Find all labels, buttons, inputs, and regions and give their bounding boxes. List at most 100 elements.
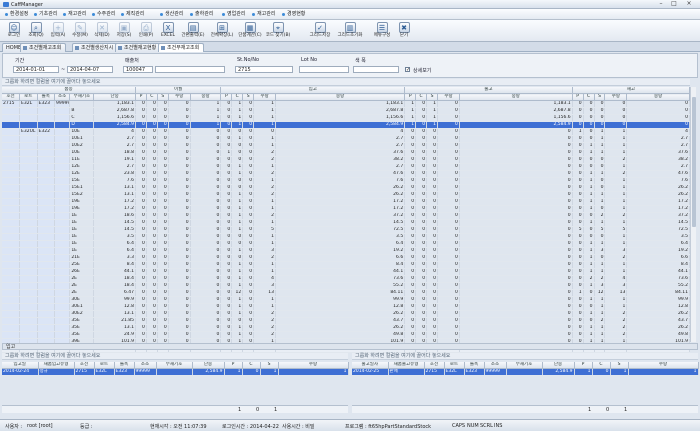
login-button[interactable]: ☺ 로그인 bbox=[4, 21, 24, 41]
column-header[interactable]: 중량 bbox=[275, 93, 406, 101]
table-row[interactable]: 30E 99.9 0 0 0 0 0 0 1 0 1 99.9 0 0 0 0 0 0 1 1 1 99.9 bbox=[2, 296, 690, 304]
close-icon[interactable]: × bbox=[683, 1, 695, 7]
menu-item[interactable]: 재고관리 bbox=[63, 11, 86, 18]
column-header[interactable]: 소조 bbox=[54, 93, 71, 101]
tab-stock-query[interactable]: 조건별재고조회 bbox=[20, 43, 67, 52]
insert-button[interactable]: + 입력(A) bbox=[48, 21, 68, 41]
column-header[interactable]: C bbox=[415, 93, 428, 101]
column-header[interactable]: 로트 bbox=[19, 93, 38, 101]
menu-item[interactable]: 출하관리 bbox=[190, 11, 213, 18]
grid-reset-button[interactable]: ▥ 그리드초기화 bbox=[338, 21, 362, 41]
column-header[interactable]: 단중 bbox=[93, 93, 136, 101]
column-header[interactable]: P bbox=[404, 93, 417, 101]
table-row[interactable]: 1E 14.5 0 0 0 0 0 0 1 0 1 14.5 0 0 0 0 0 0 1 1 1 14.5 bbox=[2, 219, 690, 227]
query-button[interactable]: ⌕ 조회(Q) bbox=[26, 21, 46, 41]
menu-item[interactable]: 재고관리 bbox=[252, 11, 275, 18]
column-header[interactable]: S bbox=[157, 93, 169, 101]
edit-button[interactable]: ✎ 수정(M) bbox=[70, 21, 90, 41]
table-row[interactable]: 21E 3.3 0 0 0 0 0 0 0 0 2 6.6 0 0 0 0 0 0 1 0 2 6.6 bbox=[2, 254, 690, 262]
table-row[interactable]: 15E2 13.1 0 0 0 0 0 0 1 0 2 26.2 0 0 0 0 0 0 1 1 1 26.2 bbox=[2, 191, 690, 199]
column-header[interactable]: 수량 bbox=[437, 93, 460, 101]
tab-stock-status[interactable]: 조건별재고현황 bbox=[115, 43, 162, 52]
table-row[interactable]: 12E 23.8 0 0 0 0 0 0 1 0 2 47.6 0 0 0 0 0 0 1 1 2 47.6 bbox=[2, 170, 690, 178]
menu-item[interactable]: 경영현황 bbox=[282, 11, 305, 18]
column-header[interactable]: 수량 bbox=[604, 93, 628, 101]
menu-item[interactable]: 생산관리 bbox=[160, 11, 183, 18]
column-header[interactable]: C bbox=[231, 93, 244, 101]
table-row[interactable]: 2014-02-25 판매 2715 E32L E323 99999 2,584.9 1 0 1 1 bbox=[352, 368, 699, 376]
save-button[interactable]: ▣ 저장(S) bbox=[114, 21, 134, 41]
menu-item[interactable]: 제직관리 bbox=[121, 11, 144, 18]
column-header[interactable]: 부재기호 bbox=[69, 93, 95, 101]
date-from-field[interactable]: 2014-01-01 bbox=[13, 66, 59, 73]
column-header[interactable]: 수량 bbox=[168, 93, 191, 101]
table-row[interactable]: 15E1 13.1 0 0 0 0 0 0 0 0 2 26.2 0 0 0 0 0 0 1 0 1 26.2 bbox=[2, 184, 690, 192]
table-row[interactable]: 12E 2.7 0 0 0 0 0 0 1 0 1 2.7 0 0 0 0 0 0 0 0 1 2.7 bbox=[2, 163, 690, 171]
close-window-button[interactable]: ✖ 닫기 bbox=[394, 21, 414, 41]
tab-conditional-stock[interactable]: 조건부재고조회 bbox=[158, 43, 205, 52]
style-field[interactable]: 2715 bbox=[235, 66, 293, 73]
table-row[interactable]: 26E 44.1 0 0 0 0 0 0 1 0 1 44.1 0 0 0 0 0 0 1 1 1 44.1 bbox=[2, 268, 690, 276]
table-row[interactable]: 2014-02-24 정규 2715 E32L E323 99999 2,584.9 1 0 1 1 bbox=[2, 368, 349, 376]
code-find-button[interactable]: ⌖ 코드 찾기(B) bbox=[266, 21, 290, 41]
table-row[interactable]: 30E1 12.8 0 0 0 0 0 0 1 0 1 12.8 0 0 0 0 0 0 0 1 1 12.8 bbox=[2, 303, 690, 311]
table-row[interactable]: C 1,156.6 0 0 0 0 1 0 1 0 1 1,156.6 1 0 1 0 1,156.6 0 0 0 0 0 bbox=[2, 114, 690, 122]
delete-button[interactable]: ✕ 삭제(D) bbox=[92, 21, 112, 41]
menu-config-button[interactable]: ☰ 메뉴구성 bbox=[372, 21, 392, 41]
minimize-icon[interactable]: – bbox=[655, 1, 667, 7]
date-to-field[interactable]: 2014-04-07 bbox=[67, 66, 113, 73]
grid-save-button[interactable]: ✓ 그리드저장 bbox=[310, 21, 330, 41]
tab-production-order[interactable]: 조건별생산지시 bbox=[72, 43, 119, 52]
column-header[interactable]: C bbox=[583, 93, 595, 101]
unit-calc-button[interactable]: ▦ 단품계산(C) bbox=[238, 21, 262, 41]
maximize-icon[interactable]: □ bbox=[668, 1, 680, 7]
column-header[interactable]: 중량 bbox=[190, 93, 222, 101]
column-header[interactable]: 호선 bbox=[2, 93, 20, 101]
column-header[interactable]: P bbox=[135, 93, 147, 101]
column-header[interactable]: 중량 bbox=[626, 93, 690, 101]
detail-checkbox[interactable]: ✓ bbox=[405, 67, 410, 73]
table-row[interactable]: 10E2 2.7 0 0 0 0 0 0 0 0 1 2.7 0 0 0 0 0 0 1 1 1 2.7 bbox=[2, 142, 690, 150]
column-header[interactable]: 중량 bbox=[459, 93, 573, 101]
table-row[interactable]: 1E 6.4 0 0 0 0 0 0 1 0 3 19.2 0 0 0 0 0 0 1 3 3 19.2 bbox=[2, 247, 690, 255]
table-row[interactable]: 2E 18.4 0 0 0 0 0 0 1 0 4 73.6 0 0 0 0 0 0 2 2 4 73.6 bbox=[2, 275, 690, 283]
column-header[interactable]: S bbox=[426, 93, 439, 101]
column-header[interactable]: P bbox=[220, 93, 233, 101]
table-row[interactable]: 11E 19.1 0 0 0 0 0 0 0 0 2 38.2 0 0 0 0 0 0 0 0 2 38.2 bbox=[2, 156, 690, 164]
customer-name-field[interactable] bbox=[155, 66, 225, 73]
color-width-field[interactable] bbox=[353, 66, 399, 73]
table-row[interactable]: 19E 17.2 0 0 0 0 0 0 1 0 1 17.2 0 0 0 0 0 0 1 0 1 17.2 bbox=[2, 205, 690, 213]
menu-item[interactable]: 환경설정 bbox=[5, 11, 28, 18]
grid-scrollbar[interactable] bbox=[690, 87, 696, 342]
table-row[interactable]: E32UL E322 10E 4 0 0 0 0 0 0 0 0 0 4 0 0 0 0 0 1 0 1 1 4 bbox=[2, 128, 690, 136]
table-row[interactable]: 10E1 2.7 0 0 0 0 0 0 1 0 1 2.7 0 0 0 0 0 0 0 1 1 2.7 bbox=[2, 135, 690, 143]
table-row[interactable]: 35E 21.85 0 0 0 0 0 0 0 0 2 43.7 0 0 0 0 0 0 0 2 2 43.7 bbox=[2, 317, 690, 325]
column-header[interactable]: S bbox=[242, 93, 255, 101]
table-row[interactable]: 19E 17.2 0 0 0 0 0 0 1 0 1 17.2 0 0 0 0 0 0 1 1 1 17.2 bbox=[2, 198, 690, 206]
simple-print-button[interactable]: ▤ 간편출력(E) bbox=[182, 21, 204, 41]
table-row[interactable]: 2715 E32L E323 99999 1,183.1 0 0 0 0 1 0 1 0 1 1,183.1… bbox=[2, 100, 690, 108]
table-row[interactable]: 10E 18.8 0 0 0 0 0 1 0 0 2 37.6 0 0 0 0 0 0 1 1 1 37.6 bbox=[2, 149, 690, 157]
expand-all-button[interactable]: ⊞ 전체확장(L) bbox=[211, 21, 233, 41]
column-header[interactable]: C bbox=[146, 93, 158, 101]
table-row[interactable]: B 2,687.8 0 0 0 0 1 0 1 0 1 2,687.8 1 0 1 0 2,687.8 0 0 0 0 0 bbox=[2, 107, 690, 115]
table-row[interactable]: D 2,584.9 0 0 0 0 1 0 1 0 1 2,584.9 1 0 1 0 2,584.9 0 0 0 0 0 bbox=[2, 121, 690, 129]
customer-code-field[interactable]: 100047 bbox=[123, 66, 153, 73]
menu-item[interactable]: 기초관리 bbox=[34, 11, 57, 18]
table-row[interactable]: 1E 14.5 0 0 0 0 0 0 1 0 5 72.5 0 0 0 0 0 5 0 5 5 72.5 bbox=[2, 226, 690, 234]
table-row[interactable]: 25E 8.4 0 0 0 0 0 0 1 0 1 8.4 0 0 0 0 0 0 1 1 1 8.4 bbox=[2, 261, 690, 269]
table-row[interactable]: 35E 13.1 0 0 0 0 0 0 1 0 2 26.2 0 0 0 0 0 0 1 1 2 26.2 bbox=[2, 324, 690, 332]
table-row[interactable]: 1E 3.5 0 0 0 0 0 0 0 0 1 3.5 0 0 0 0 0 0 0 0 1 3.5 bbox=[2, 233, 690, 241]
menu-item[interactable]: 영업관리 bbox=[222, 11, 245, 18]
table-row[interactable]: 2E 18.4 0 0 0 0 0 0 1 0 3 55.2 0 0 0 0 0 0 1 3 3 55.2 bbox=[2, 282, 690, 290]
column-header[interactable]: 수량 bbox=[253, 93, 277, 101]
table-row[interactable]: 30E2 13.1 0 0 0 0 0 0 1 0 2 26.2 0 0 0 0 0 0 1 1 2 26.2 bbox=[2, 310, 690, 318]
excel-button[interactable]: X EXCEL bbox=[158, 21, 178, 41]
print-button[interactable]: ⎙ 인쇄(P) bbox=[136, 21, 156, 41]
scroll-thumb[interactable] bbox=[692, 97, 696, 227]
column-header[interactable]: 롤폭 bbox=[37, 93, 55, 101]
table-row[interactable]: 35E 24.9 0 0 0 0 0 0 1 0 2 49.8 0 0 0 0 0 0 1 1 2 49.8 bbox=[2, 331, 690, 339]
table-row[interactable]: 1E 18.6 0 0 0 0 0 0 1 0 2 37.2 0 0 0 0 0 0 0 2 2 37.2 bbox=[2, 212, 690, 220]
lot-field[interactable] bbox=[299, 66, 349, 73]
table-row[interactable]: 1E 6.4 0 0 0 0 0 0 0 0 1 6.4 0 0 0 0 0 0 1 1 1 6.4 bbox=[2, 240, 690, 248]
